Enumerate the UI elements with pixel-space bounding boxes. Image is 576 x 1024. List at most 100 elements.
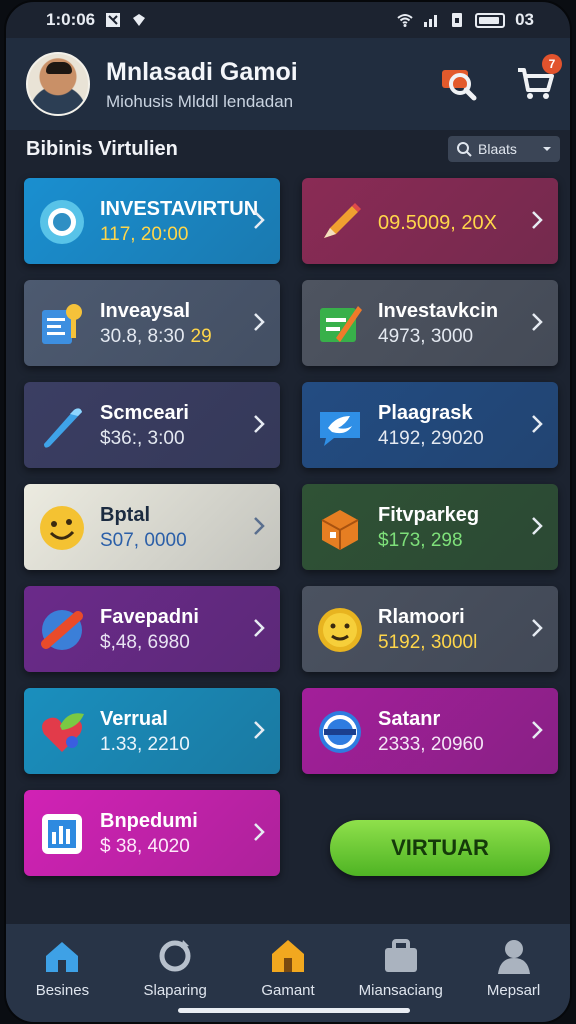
chevron-right-icon: [254, 415, 265, 433]
home-indicator[interactable]: [178, 1008, 410, 1013]
chart-box-icon: [42, 814, 82, 854]
investment-card[interactable]: INVESTAVIRTUN 117, 20:00: [24, 178, 280, 264]
card-title: Plaagrask: [378, 402, 473, 424]
virtuar-button[interactable]: VIRTUAR: [330, 820, 550, 876]
chevron-right-icon: [532, 517, 543, 535]
box-icon: [321, 510, 359, 550]
chevron-right-icon: [254, 823, 265, 841]
user-name: Mnlasadi Gamoi: [106, 58, 298, 86]
status-time: 1:0:06: [46, 10, 96, 29]
card-value: 5192, 3000l: [378, 632, 477, 654]
card-value-text: 4192, 29020: [378, 428, 484, 449]
investment-card[interactable]: Fitvparkeg $173, 298: [302, 484, 558, 570]
card-title: Inveaysal: [100, 300, 191, 322]
pencil-icon: [324, 203, 361, 238]
signal-icon: [424, 15, 438, 27]
card-value-text: 117, 20:00: [100, 224, 189, 245]
investment-card[interactable]: Rlamoori 5192, 3000l: [302, 586, 558, 672]
card-value: 30.8, 8:30 29: [100, 326, 212, 348]
investment-card[interactable]: Inveaysal 30.8, 8:30 29: [24, 280, 280, 366]
card-value: $ 38, 4020: [100, 836, 190, 858]
card-value-text: 4973, 3000: [378, 326, 474, 347]
smile-icon: [40, 506, 84, 550]
card-value: $36:, 3:00: [100, 428, 185, 450]
cart-badge: 7: [542, 54, 562, 74]
card-value-text: S07, 0000: [100, 530, 187, 551]
chevron-right-icon: [532, 211, 543, 229]
phone-frame: 1:0:06 03 Mnlasadi Gamoi Miohusis Mlddl …: [4, 0, 572, 1024]
filter-dropdown[interactable]: Blaats: [448, 136, 560, 162]
chevron-down-icon: [543, 147, 551, 151]
card-value: 1.33, 2210: [100, 734, 190, 756]
chevron-right-icon: [532, 721, 543, 739]
key-card-icon: [42, 304, 82, 344]
card-title: Rlamoori: [378, 606, 465, 628]
chevron-right-icon: [254, 313, 265, 331]
card-value-text: $ 38, 4020: [100, 836, 190, 857]
notification-icon: [106, 13, 121, 27]
brush-icon: [44, 408, 82, 448]
search-icon[interactable]: [436, 60, 480, 104]
house-orange-icon: [271, 940, 304, 972]
chevron-right-icon: [254, 721, 265, 739]
ban-icon: [41, 610, 83, 650]
card-value: 09.5009, 20X: [378, 212, 497, 235]
nav-item[interactable]: Besines: [6, 924, 119, 1022]
home-icon: [46, 942, 79, 972]
filter-label: Blaats: [478, 141, 517, 157]
card-value: 4192, 29020: [378, 428, 484, 450]
card-title: Bptal: [100, 504, 150, 526]
card-value: 4973, 3000: [378, 326, 473, 348]
battery-icon: [475, 12, 506, 28]
card-title: Favepadni: [100, 606, 199, 628]
wifi-icon: [397, 14, 413, 27]
investment-card[interactable]: Investavkcin 4973, 3000: [302, 280, 558, 366]
chevron-right-icon: [532, 415, 543, 433]
card-title: Bnpedumi: [100, 810, 198, 832]
search-small-icon: [457, 142, 472, 157]
chevron-right-icon: [532, 619, 543, 637]
cart-button[interactable]: 7: [514, 54, 562, 104]
card-title: Verrual: [100, 708, 168, 730]
chevron-right-icon: [532, 313, 543, 331]
card-title: Investavkcin: [378, 300, 499, 322]
card-title: INVESTAVIRTUN: [100, 198, 259, 220]
status-bar: 1:0:06 03: [6, 2, 570, 38]
card-value-text: 09.5009, 20X: [378, 212, 497, 234]
investment-card[interactable]: Verrual 1.33, 2210: [24, 688, 280, 774]
investment-card[interactable]: Favepadni $,48, 6980: [24, 586, 280, 672]
chevron-right-icon: [254, 211, 265, 229]
card-value-text: $36:, 3:00: [100, 428, 185, 449]
investment-card[interactable]: 09.5009, 20X: [302, 178, 558, 264]
emoji-coin-icon: [318, 608, 362, 652]
user-subtitle: Miohusis Mlddl lendadan: [106, 92, 294, 111]
card-value-text: 2333, 20960: [378, 734, 484, 755]
nav-label: Slaparing: [143, 982, 207, 999]
refresh-icon: [159, 940, 191, 972]
card-value-text: 1.33, 2210: [100, 734, 190, 755]
battery-text: 03: [515, 10, 534, 29]
card-value-text: $173, 298: [378, 530, 463, 551]
investment-card[interactable]: Plaagrask 4192, 29020: [302, 382, 558, 468]
card-value: 2333, 20960: [378, 734, 484, 756]
nav-item[interactable]: Mepsarl: [457, 924, 570, 1022]
card-value-text: $,48, 6980: [100, 632, 190, 653]
briefcase-icon: [384, 939, 417, 972]
nav-label: Miansaciang: [358, 982, 443, 999]
investment-card[interactable]: Satanr 2333, 20960: [302, 688, 558, 774]
investment-card[interactable]: Scmceari $36:, 3:00: [24, 382, 280, 468]
green-pencil-icon: [320, 306, 362, 342]
profile-header: Mnlasadi Gamoi Miohusis Mlddl lendadan 7: [6, 38, 570, 130]
sim-icon: [452, 13, 463, 27]
section-title: Bibinis Virtulien: [26, 138, 178, 160]
card-value: S07, 0000: [100, 530, 187, 552]
card-value-text: 30.8, 8:30: [100, 326, 185, 347]
avatar[interactable]: [26, 52, 90, 116]
investment-card[interactable]: Bptal S07, 0000: [24, 484, 280, 570]
bird-icon: [320, 412, 360, 446]
coin-icon: [40, 200, 84, 244]
investment-card[interactable]: Bnpedumi $ 38, 4020: [24, 790, 280, 876]
card-title: Scmceari: [100, 402, 189, 424]
card-value: 117, 20:00: [100, 224, 188, 246]
card-value-text: 5192, 3000l: [378, 632, 478, 653]
